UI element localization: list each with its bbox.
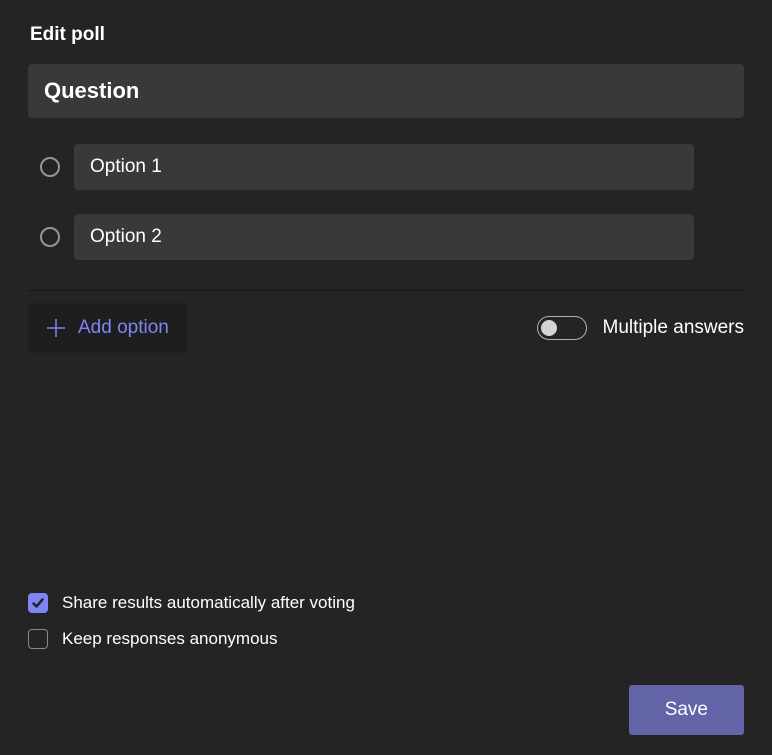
toggle-knob-icon (541, 320, 557, 336)
anonymous-label: Keep responses anonymous (62, 629, 277, 649)
anonymous-checkbox[interactable] (28, 629, 48, 649)
option-1-input[interactable] (74, 144, 694, 190)
share-results-checkbox[interactable] (28, 593, 48, 613)
radio-icon (40, 157, 60, 177)
controls-row: Add option Multiple answers (28, 290, 744, 353)
save-button[interactable]: Save (629, 685, 744, 735)
add-option-label: Add option (78, 317, 169, 339)
multiple-answers-control: Multiple answers (537, 316, 745, 340)
option-2-input[interactable] (74, 214, 694, 260)
option-row (28, 214, 744, 260)
footer: Save (28, 685, 744, 735)
add-option-button[interactable]: Add option (28, 303, 187, 353)
multiple-answers-label: Multiple answers (603, 317, 745, 339)
share-results-label: Share results automatically after voting (62, 593, 355, 613)
share-results-row: Share results automatically after voting (28, 593, 744, 613)
question-input[interactable] (28, 64, 744, 118)
page-title: Edit poll (30, 24, 744, 46)
option-row (28, 144, 744, 190)
multiple-answers-toggle[interactable] (537, 316, 587, 340)
anonymous-row: Keep responses anonymous (28, 629, 744, 649)
plus-icon (46, 318, 66, 338)
radio-icon (40, 227, 60, 247)
check-icon (31, 596, 45, 610)
